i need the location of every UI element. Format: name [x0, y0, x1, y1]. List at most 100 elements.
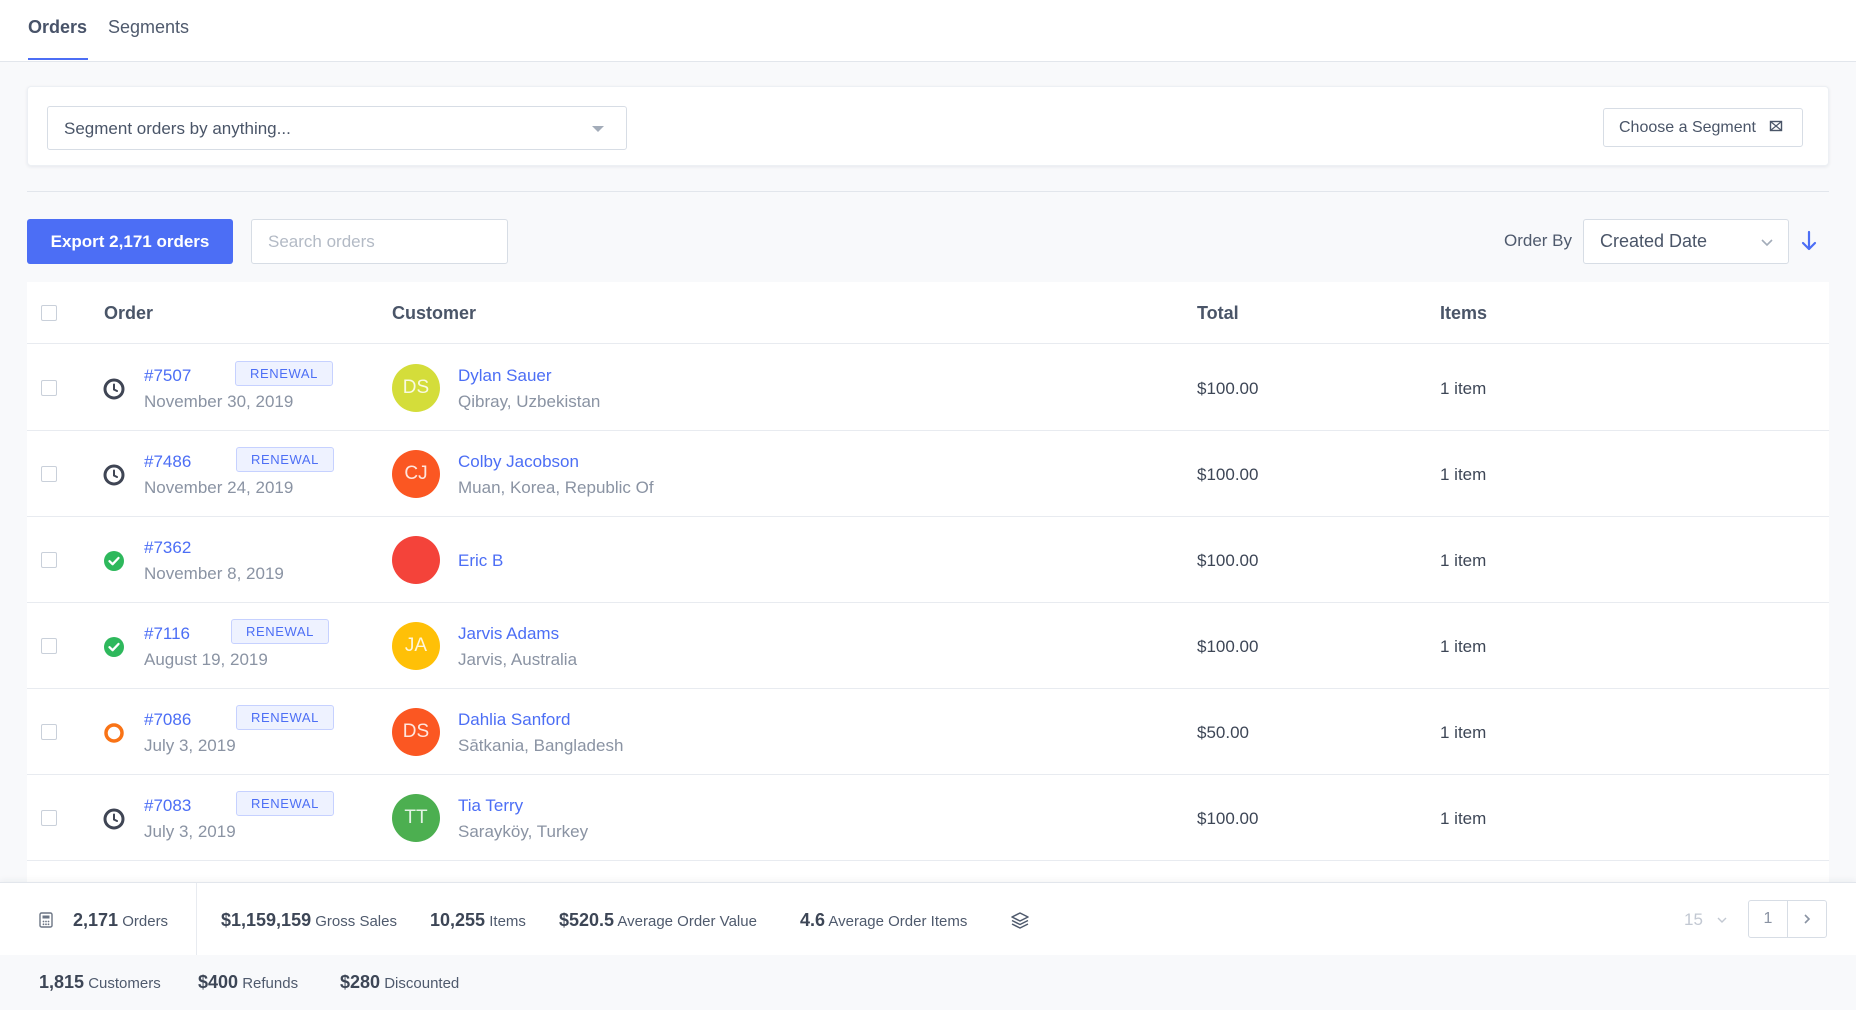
tab-bar: Orders Segments — [0, 0, 1856, 62]
row-checkbox[interactable] — [41, 724, 57, 740]
choose-segment-button[interactable]: Choose a Segment — [1603, 108, 1803, 147]
stat-orders: 2,171 Orders — [73, 910, 169, 930]
order-stats-secondary: 1,815 Customers $400 Refunds $280 Discou… — [0, 955, 1856, 1010]
stat-average-order-value: $520.5 Average Order Value — [559, 910, 757, 930]
customer-name-link[interactable]: Colby Jacobson — [458, 452, 579, 472]
stat-items: 10,255 Items — [430, 910, 526, 930]
clock-icon — [103, 464, 125, 486]
section-divider — [27, 191, 1829, 192]
table-row[interactable]: #7362 November 8, 2019 Eric B $100.00 1 item — [27, 517, 1829, 603]
order-total: $100.00 — [1197, 809, 1259, 828]
chevron-right-icon — [1804, 914, 1811, 924]
caret-down-icon — [592, 126, 604, 132]
segment-select-placeholder: Segment orders by anything... — [64, 119, 291, 138]
stats-divider — [196, 883, 197, 956]
order-total: $100.00 — [1197, 551, 1259, 570]
customer-location: Sarayköy, Turkey — [458, 822, 589, 841]
segment-panel: Segment orders by anything... Choose a S… — [27, 86, 1829, 166]
check-circle-icon — [103, 636, 125, 658]
order-number-link[interactable]: #7486 — [144, 452, 191, 472]
renewal-badge: RENEWAL — [236, 447, 335, 472]
search-orders-input[interactable] — [251, 219, 508, 264]
customer-name-link[interactable]: Dahlia Sanford — [458, 710, 570, 730]
header-items: Items — [1440, 303, 1488, 323]
order-number-link[interactable]: #7507 — [144, 366, 191, 386]
order-date: August 19, 2019 — [144, 650, 268, 669]
calculator-icon — [39, 912, 53, 928]
tab-orders[interactable]: Orders — [28, 17, 87, 38]
table-row[interactable]: #7083 RENEWAL July 3, 2019 TT Tia Terry Saray… — [27, 775, 1829, 861]
export-orders-button[interactable]: Export 2,171 orders — [27, 219, 233, 264]
order-date: November 30, 2019 — [144, 392, 294, 411]
order-items-count: 1 item — [1440, 723, 1487, 742]
segment-select[interactable]: Segment orders by anything... — [47, 106, 627, 150]
order-items-count: 1 item — [1440, 551, 1487, 570]
order-by-select[interactable]: Created Date — [1583, 219, 1789, 264]
header-total: Total — [1197, 303, 1239, 323]
order-total: $50.00 — [1197, 723, 1249, 742]
avatar: TT — [392, 794, 440, 842]
order-number-link[interactable]: #7116 — [144, 624, 190, 644]
renewal-badge: RENEWAL — [236, 705, 335, 730]
segment-icon — [1769, 120, 1783, 132]
order-date: July 3, 2019 — [144, 822, 236, 841]
order-total: $100.00 — [1197, 465, 1259, 484]
chevron-down-icon — [1717, 917, 1727, 923]
stat-gross-sales: $1,159,159 Gross Sales — [221, 910, 397, 930]
order-by-value: Created Date — [1600, 231, 1708, 251]
order-items-count: 1 item — [1440, 809, 1487, 828]
stat-customers: 1,815 Customers — [39, 972, 161, 992]
row-checkbox[interactable] — [41, 810, 57, 826]
table-row[interactable]: #7486 RENEWAL November 24, 2019 CJ Colby Jac… — [27, 431, 1829, 517]
table-row[interactable]: #7116 RENEWAL August 19, 2019 JA Jarvis Adam… — [27, 603, 1829, 689]
avatar: DS — [392, 708, 440, 756]
customer-location: Sātkania, Bangladesh — [458, 736, 624, 755]
order-items-count: 1 item — [1440, 637, 1487, 656]
order-items-count: 1 item — [1440, 465, 1487, 484]
customer-name-link[interactable]: Jarvis Adams — [458, 624, 559, 644]
stat-discounted: $280 Discounted — [340, 972, 460, 992]
orders-table: Order Customer Total Items #7507 RENEWAL N… — [27, 282, 1829, 882]
renewal-badge: RENEWAL — [231, 619, 330, 644]
avatar: JA — [392, 622, 440, 670]
pagination-next-button[interactable] — [1787, 900, 1827, 938]
header-customer: Customer — [392, 303, 477, 323]
choose-segment-label: Choose a Segment — [1619, 119, 1756, 136]
avatar: CJ — [392, 450, 440, 498]
order-number-link[interactable]: #7086 — [144, 710, 191, 730]
avatar — [392, 536, 440, 584]
stat-average-order-items: 4.6 Average Order Items — [800, 910, 968, 930]
row-checkbox[interactable] — [41, 552, 57, 568]
customer-location: Muan, Korea, Republic Of — [458, 478, 654, 497]
customer-name-link[interactable]: Dylan Sauer — [458, 366, 552, 386]
processing-ring-icon — [103, 722, 125, 744]
stat-refunds: $400 Refunds — [198, 972, 299, 992]
order-date: July 3, 2019 — [144, 736, 236, 755]
renewal-badge: RENEWAL — [236, 791, 335, 816]
order-total: $100.00 — [1197, 379, 1259, 398]
renewal-badge: RENEWAL — [235, 361, 334, 386]
table-header: Order Customer Total Items — [27, 282, 1829, 344]
customer-location: Qibray, Uzbekistan — [458, 392, 601, 411]
row-checkbox[interactable] — [41, 638, 57, 654]
active-tab-indicator — [28, 58, 88, 60]
pagination-page-1[interactable]: 1 — [1748, 900, 1788, 938]
order-number-link[interactable]: #7083 — [144, 796, 191, 816]
order-date: November 8, 2019 — [144, 564, 284, 583]
customer-name-link[interactable]: Tia Terry — [458, 796, 523, 816]
customer-location: Jarvis, Australia — [458, 650, 578, 669]
table-row[interactable]: #7507 RENEWAL November 30, 2019 DS Dylan Sau… — [27, 345, 1829, 431]
customer-name-link[interactable]: Eric B — [458, 551, 503, 571]
tab-segments[interactable]: Segments — [108, 17, 189, 38]
layers-icon[interactable] — [1010, 910, 1030, 930]
clock-icon — [103, 808, 125, 830]
select-all-checkbox[interactable] — [41, 305, 57, 321]
order-by-label: Order By — [1504, 231, 1573, 250]
per-page-select[interactable]: 15 — [1684, 910, 1703, 930]
table-row[interactable]: #7086 RENEWAL July 3, 2019 DS Dahlia Sanford… — [27, 689, 1829, 775]
sort-descending-arrow-icon[interactable] — [1800, 230, 1818, 252]
row-checkbox[interactable] — [41, 466, 57, 482]
order-stats-bar: 2,171 Orders $1,159,159 Gross Sales 10,2… — [0, 882, 1856, 956]
row-checkbox[interactable] — [41, 380, 57, 396]
order-number-link[interactable]: #7362 — [144, 538, 191, 558]
